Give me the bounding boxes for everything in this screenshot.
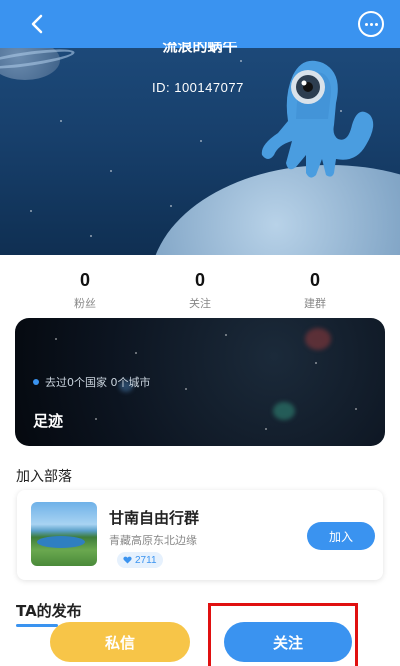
stat-followers[interactable]: 0 粉丝 [30, 270, 140, 311]
nebula-decoration [273, 402, 295, 420]
stat-following[interactable]: 0 关注 [145, 270, 255, 311]
tribe-card[interactable]: 甘南自由行群 青藏高原东北边缘 2711 加入 [17, 490, 383, 580]
footprint-summary-text: 去过0个国家 0个城市 [45, 376, 151, 389]
stat-label: 粉丝 [74, 297, 96, 310]
tribe-name: 甘南自由行群 [109, 509, 200, 527]
tribe-section-title: 加入部落 [16, 469, 72, 485]
tribe-member-count: 2711 [135, 554, 157, 566]
tribe-description: 青藏高原东北边缘 [109, 534, 197, 547]
posts-tab-underline [16, 624, 58, 627]
user-nickname: 流浪的蜗牛 [162, 42, 238, 55]
footprint-card[interactable]: 去过0个国家 0个城市 足迹 [15, 318, 385, 446]
join-tribe-button[interactable]: 加入 [307, 522, 375, 550]
posts-section-title[interactable]: TA的发布 [16, 600, 82, 621]
stat-value: 0 [309, 270, 320, 290]
top-bar [0, 0, 400, 48]
stat-groups[interactable]: 0 建群 [260, 270, 370, 311]
footprint-title: 足迹 [33, 412, 64, 430]
heart-icon [123, 556, 132, 564]
stat-value: 0 [194, 270, 205, 290]
stat-value: 0 [79, 270, 90, 290]
bullet-dot-icon [33, 379, 39, 385]
octopus-mascot-illustration [261, 60, 374, 178]
back-arrow-icon[interactable] [26, 13, 48, 35]
user-id: ID: 100147077 [152, 80, 244, 95]
nebula-decoration [305, 328, 331, 350]
tribe-cover-image [31, 502, 97, 566]
stat-label: 关注 [189, 297, 211, 310]
profile-stats: 0 粉丝 0 关注 0 建群 [30, 270, 370, 311]
footprint-summary: 去过0个国家 0个城市 [33, 374, 151, 390]
follow-highlight-box [208, 603, 358, 666]
private-message-button[interactable]: 私信 [50, 622, 190, 662]
stat-label: 建群 [304, 297, 326, 310]
tribe-member-badge: 2711 [117, 552, 163, 568]
more-options-icon[interactable] [358, 11, 384, 37]
